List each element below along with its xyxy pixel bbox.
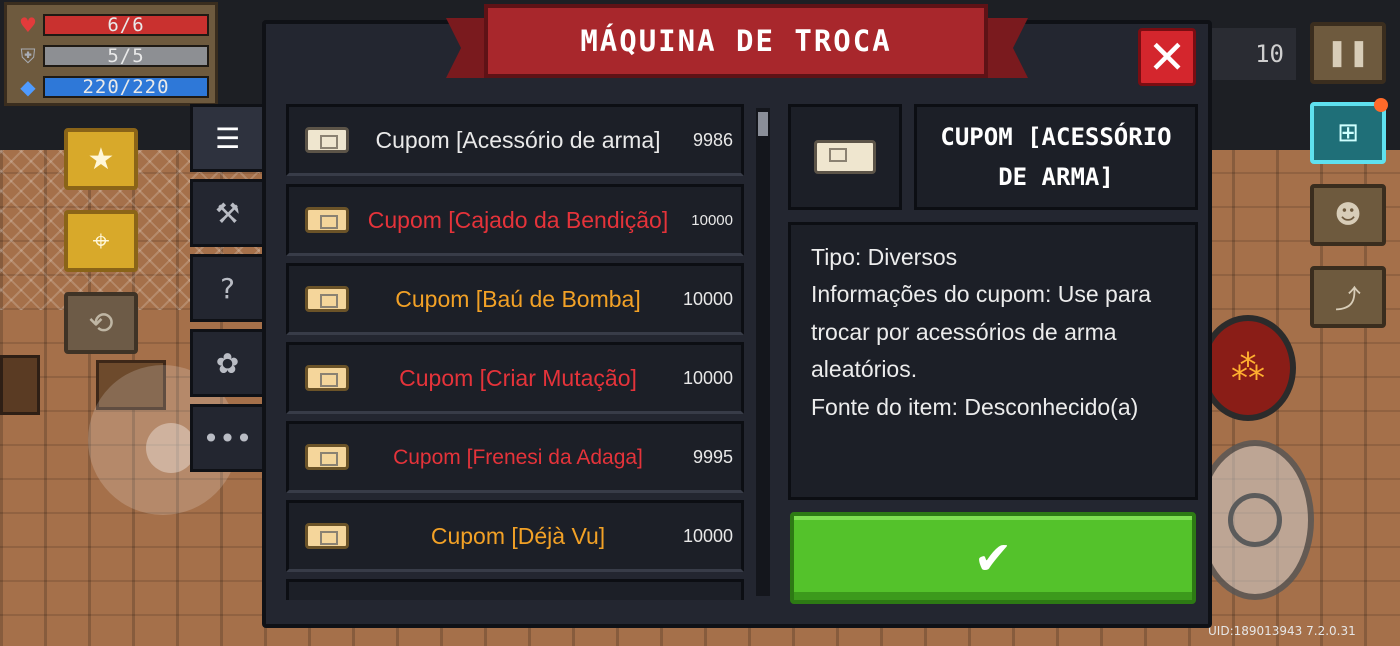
notification-dot [1374,98,1388,112]
close-button[interactable]: ✕ [1138,28,1196,86]
stairs-button[interactable]: ⤴ [1310,266,1386,328]
item-name: Cupom [Baú de Bomba] [395,285,641,312]
stairs-icon: ⤴ [1334,284,1361,315]
coupon-ticket-icon [305,444,349,470]
selected-item-title: CUPOM [ACESSÓRIO DE ARMA] [914,104,1198,210]
joystick-knob[interactable] [146,423,196,473]
item-count: 10000 [691,211,733,229]
gem-counter: 10 [1210,28,1296,80]
coupon-ticket-icon [305,286,349,312]
item-name: Cupom [Criar Mutação] [399,364,637,391]
list-item[interactable]: Cupom [Acessório de arma] 9986 [286,104,744,176]
pause-button[interactable]: ❚❚ [1310,22,1386,84]
bullets-icon: ⁂ [1231,348,1265,388]
selected-item-icon-box [788,104,902,210]
item-info: Informações do cupom: Use para trocar po… [811,281,1152,383]
hp-bar: 6/6 [43,13,209,36]
coupon-ticket-icon [814,140,876,174]
scroll-thumb[interactable] [758,112,768,136]
scene-crate [0,355,40,415]
attack-button[interactable] [1196,440,1314,600]
crosshair-icon [1228,493,1282,547]
skill-button[interactable]: ⁂ [1200,315,1296,421]
pause-icon: ❚❚ [1326,38,1370,68]
item-count: 9995 [692,446,733,467]
close-icon: ✕ [1147,30,1187,84]
list-scrollbar[interactable] [756,108,770,596]
list-item[interactable]: Cupom [Baú de Bomba] 10000 [286,263,744,335]
confirm-exchange-button[interactable]: ✔ [790,512,1196,604]
tab-all[interactable]: ☰ [190,104,262,172]
energy-icon: ◆ [20,74,36,99]
tab-plants[interactable]: ✿ [190,329,262,397]
location-pin-icon: ⌖ [92,223,110,259]
category-tabs: ☰ ⚒ ? ✿ ••• [190,104,262,479]
checkmark-icon: ✔ [973,531,1013,585]
uid-label: UID:189013943 7.2.0.31 [1208,624,1356,638]
profile-button[interactable]: ☻ [1310,184,1386,246]
item-name: Cupom [Cajado da Bendição] [367,206,669,233]
swap-button[interactable]: ⟲ [64,292,138,354]
player-stats: ♥ 6/6 ⛨ 5/5 ◆ 220/220 [4,2,218,106]
item-name: Cupom [Acessório de arma] [375,126,661,153]
tab-mystery[interactable]: ? [190,254,262,322]
heart-icon: ♥ [19,12,37,37]
plant-icon: ✿ [215,346,240,380]
list-item[interactable]: Cupom [Frenesi da Adaga] 9995 [286,421,744,493]
swap-icon: ⟲ [88,305,114,341]
item-source: Fonte do item: Desconhecido(a) [811,393,1139,420]
coupon-ticket-icon [305,365,349,391]
tab-weapons[interactable]: ⚒ [190,179,262,247]
list-item[interactable]: Cupom [Cajado da Bendição] 10000 [286,184,744,256]
selected-item-description: Tipo: Diversos Informações do cupom: Use… [788,222,1198,500]
more-icon: ••• [202,421,253,455]
item-count: 10000 [682,367,733,388]
coupon-ticket-icon [305,127,349,153]
list-item[interactable]: Cupom [Criar Mutação] 10000 [286,342,744,414]
profile-card-icon: ☻ [1334,200,1362,230]
coupon-ticket-icon [305,523,349,549]
shield-icon: ⛨ [20,43,36,68]
list-icon: ☰ [214,121,241,155]
item-count: 9986 [692,129,733,150]
item-type: Tipo: Diversos [811,244,958,270]
tab-more[interactable]: ••• [190,404,262,472]
coupon-list: Cupom [Acessório de arma] 9986 Cupom [Ca… [280,104,750,600]
armor-bar: 5/5 [43,44,209,67]
coupon-ticket-icon [305,207,349,233]
item-name: Cupom [Déjà Vu] [430,522,606,549]
location-button[interactable]: ⌖ [64,210,138,272]
weapon-icon: ⚒ [214,196,241,230]
cart-icon: ⊞ [1337,118,1359,148]
list-item[interactable]: Cupom [Déjà Vu] 10000 [286,500,744,572]
energy-bar: 220/220 [43,75,209,98]
star-button[interactable]: ★ [64,128,138,190]
item-count: 10000 [682,525,733,546]
shop-button[interactable]: ⊞ [1310,98,1388,164]
list-item[interactable] [286,579,744,600]
star-icon: ★ [87,141,115,177]
item-count: 10000 [682,288,733,309]
dialog-title: MÁQUINA DE TROCA [484,4,988,78]
question-icon: ? [220,271,235,305]
item-name: Cupom [Frenesi da Adaga] [393,445,643,469]
